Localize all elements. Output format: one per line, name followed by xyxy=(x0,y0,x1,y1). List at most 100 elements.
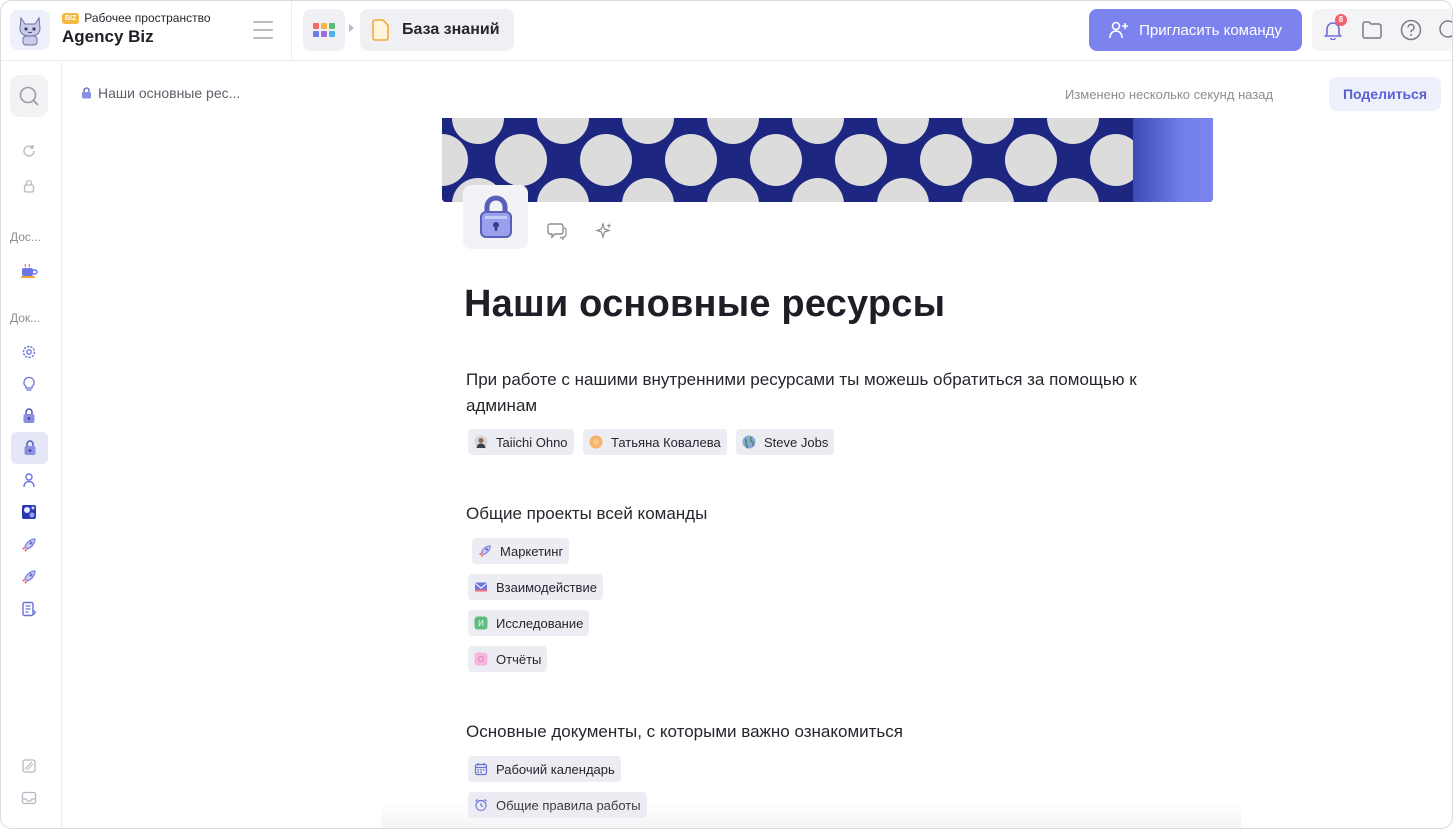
menu-toggle-icon[interactable] xyxy=(253,21,273,39)
sidebar-item-notes[interactable] xyxy=(13,595,45,623)
notification-count-badge: 8 xyxy=(1335,14,1347,26)
doc-link[interactable]: Общие правила работы xyxy=(468,792,647,818)
cover-image[interactable] xyxy=(442,118,1213,202)
rocket-icon xyxy=(22,538,36,552)
sidebar-item-lock-1[interactable] xyxy=(13,402,45,430)
doc-link[interactable]: Рабочий календарь xyxy=(468,756,621,782)
sidebar-section-access: Дос... xyxy=(10,230,41,244)
sidebar-search-button[interactable] xyxy=(10,75,48,117)
doc-name: Рабочий календарь xyxy=(496,761,615,777)
sidebar-item-people[interactable] xyxy=(13,466,45,494)
share-button[interactable]: Поделиться xyxy=(1329,77,1441,111)
sidebar-recent[interactable] xyxy=(13,137,45,165)
sparkles-icon xyxy=(595,221,612,240)
sidebar-item-rocket-1[interactable] xyxy=(13,531,45,559)
project-link[interactable]: Взаимодействие xyxy=(468,574,603,600)
sidebar-item-globe[interactable] xyxy=(13,498,45,526)
purple-lock-icon xyxy=(24,440,35,455)
project-link[interactable]: Маркетинг xyxy=(472,538,570,564)
document-icon xyxy=(372,19,389,41)
svg-text:И: И xyxy=(478,619,484,628)
search-button[interactable] xyxy=(1436,17,1452,43)
sidebar-item-lock-active[interactable] xyxy=(11,432,48,464)
workspace-name: Agency Biz xyxy=(62,27,154,46)
calendar-icon xyxy=(473,761,489,777)
project-link[interactable]: И Исследование xyxy=(468,610,590,636)
globe-avatar-icon xyxy=(741,434,757,450)
ai-assist-button[interactable] xyxy=(592,219,616,243)
projects-heading[interactable]: Общие проекты всей команды xyxy=(466,501,1186,527)
archive-icon xyxy=(22,759,36,773)
project-name: Исследование xyxy=(496,615,584,631)
project-name: Маркетинг xyxy=(500,543,564,559)
project-name: Отчёты xyxy=(496,651,542,667)
apps-button[interactable] xyxy=(303,9,345,51)
pink-square-icon: О xyxy=(473,651,489,667)
orange-circle-avatar-icon xyxy=(588,434,604,450)
gear-icon xyxy=(22,345,36,359)
help-icon xyxy=(1400,19,1422,41)
globe-image-icon xyxy=(22,505,36,519)
invite-team-button[interactable]: Пригласить команду xyxy=(1089,9,1302,51)
project-name: Взаимодействие xyxy=(496,579,597,595)
breadcrumb-knowledge-base[interactable]: База знаний xyxy=(360,9,514,51)
divider xyxy=(291,1,292,61)
mention-user[interactable]: Татьяна Ковалева xyxy=(583,429,727,455)
docs-heading[interactable]: Основные документы, с которыми важно озн… xyxy=(466,719,1186,745)
cover-edge xyxy=(1133,118,1213,202)
sidebar: Дос... Док... xyxy=(1,62,62,828)
apps-grid-icon xyxy=(313,23,335,37)
invite-label: Пригласить команду xyxy=(1139,21,1282,39)
user-icon xyxy=(23,473,35,488)
project-link[interactable]: О Отчёты xyxy=(468,646,548,672)
folder-button[interactable] xyxy=(1359,17,1385,43)
sidebar-trash[interactable] xyxy=(13,752,45,780)
breadcrumb-arrow-icon xyxy=(349,24,354,32)
workspace-label: Рабочее пространство xyxy=(84,11,211,25)
mention-name: Steve Jobs xyxy=(764,434,829,450)
rocket-icon xyxy=(477,543,493,559)
search-icon xyxy=(1439,20,1452,38)
breadcrumb-label: База знаний xyxy=(402,21,500,38)
alarm-clock-icon xyxy=(473,797,489,813)
sidebar-inbox[interactable] xyxy=(13,784,45,812)
cat-mascot-icon xyxy=(19,16,41,46)
man-avatar-icon xyxy=(473,434,489,450)
top-bar: BIZ Рабочее пространство Agency Biz База… xyxy=(1,1,1452,61)
sidebar-item-rocket-2[interactable] xyxy=(13,563,45,591)
biz-badge: BIZ xyxy=(62,12,80,24)
page-title[interactable]: Наши основные ресурсы xyxy=(464,283,945,326)
toolbar-right: 8 xyxy=(1312,9,1452,51)
workspace-avatar[interactable] xyxy=(10,10,50,50)
lock-icon xyxy=(23,179,35,193)
modified-status: Изменено несколько секунд назад xyxy=(1065,87,1274,102)
sidebar-private[interactable] xyxy=(13,172,45,200)
page-breadcrumb-label: Наши основные рес... xyxy=(98,85,241,101)
add-user-icon xyxy=(1109,21,1129,39)
sidebar-item-ideas[interactable] xyxy=(13,370,45,398)
folder-icon xyxy=(1362,21,1382,39)
sidebar-section-docs: Док... xyxy=(10,311,41,325)
sidebar-item-coffee[interactable] xyxy=(13,257,45,285)
inbox-icon xyxy=(21,791,37,805)
notepad-icon xyxy=(22,601,37,617)
comments-button[interactable] xyxy=(545,219,569,243)
purple-lock-icon xyxy=(82,87,91,99)
svg-text:О: О xyxy=(478,655,484,664)
page-emoji-button[interactable] xyxy=(463,185,528,249)
mention-user[interactable]: Taiichi Ohno xyxy=(468,429,574,455)
purple-lock-icon xyxy=(23,408,35,423)
coffee-cup-icon xyxy=(21,263,38,278)
sidebar-item-settings[interactable] xyxy=(13,338,45,366)
help-button[interactable] xyxy=(1398,17,1424,43)
mention-user[interactable]: Steve Jobs xyxy=(736,429,835,455)
page-breadcrumb[interactable]: Наши основные рес... xyxy=(81,85,240,101)
workspace-info[interactable]: BIZ Рабочее пространство Agency Biz xyxy=(62,11,211,47)
envelope-icon xyxy=(473,579,489,595)
app-window: BIZ Рабочее пространство Agency Biz База… xyxy=(0,0,1453,829)
intro-paragraph[interactable]: При работе с нашими внутренними ресурсам… xyxy=(466,367,1186,419)
mention-name: Taiichi Ohno xyxy=(496,434,568,450)
notifications-button[interactable]: 8 xyxy=(1320,14,1347,43)
mention-name: Татьяна Ковалева xyxy=(611,434,721,450)
green-square-icon: И xyxy=(473,615,489,631)
